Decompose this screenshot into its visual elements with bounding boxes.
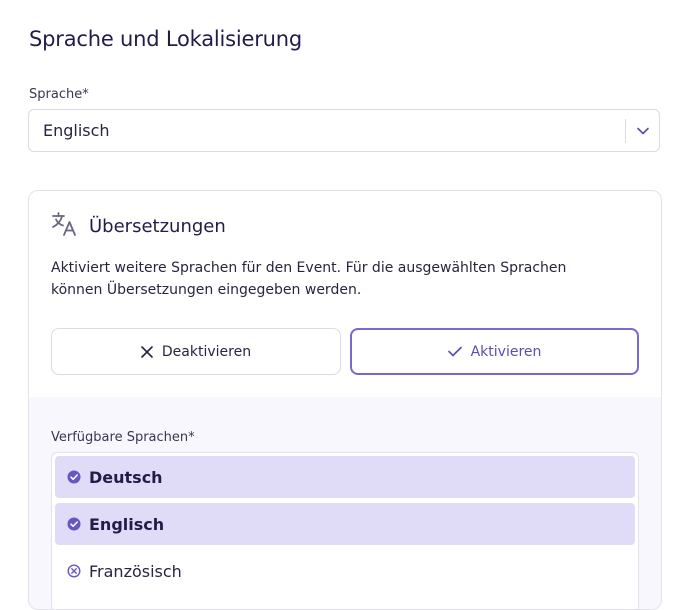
translations-description: Aktiviert weitere Sprachen für den Event… — [51, 260, 567, 298]
translations-card: Übersetzungen Aktiviert weitere Sprachen… — [28, 190, 662, 610]
language-select[interactable]: Englisch — [28, 109, 660, 152]
deactivate-button[interactable]: Deaktivieren — [51, 328, 341, 375]
available-languages-panel: Verfügbare Sprachen* Deutsch Englisch Fr… — [29, 397, 661, 609]
language-option-label: Französisch — [89, 561, 182, 581]
language-option-englisch[interactable]: Englisch — [55, 503, 635, 545]
activate-button-label: Aktivieren — [470, 343, 542, 360]
check-icon — [447, 346, 462, 357]
language-select-value: Englisch — [43, 121, 110, 140]
check-circle-icon — [67, 470, 81, 484]
section-title: Sprache und Lokalisierung — [29, 27, 303, 51]
language-option-deutsch[interactable]: Deutsch — [55, 456, 635, 498]
translations-title: Übersetzungen — [89, 216, 226, 237]
chevron-down-icon[interactable] — [626, 110, 659, 151]
deactivate-button-label: Deaktivieren — [161, 343, 252, 360]
language-option-label: Englisch — [89, 514, 165, 534]
language-field-label: Sprache* — [29, 87, 89, 102]
translate-icon — [51, 211, 79, 242]
close-icon — [141, 345, 153, 358]
language-option-franzoesisch[interactable]: Französisch — [55, 550, 635, 592]
available-languages-list: Deutsch Englisch Französisch — [51, 452, 639, 609]
check-circle-icon — [67, 517, 81, 531]
translations-header: Übersetzungen — [51, 211, 226, 242]
language-option-label: Deutsch — [89, 467, 163, 487]
activate-button[interactable]: Aktivieren — [350, 328, 639, 375]
available-languages-label: Verfügbare Sprachen* — [51, 430, 195, 445]
x-circle-icon — [67, 564, 81, 578]
